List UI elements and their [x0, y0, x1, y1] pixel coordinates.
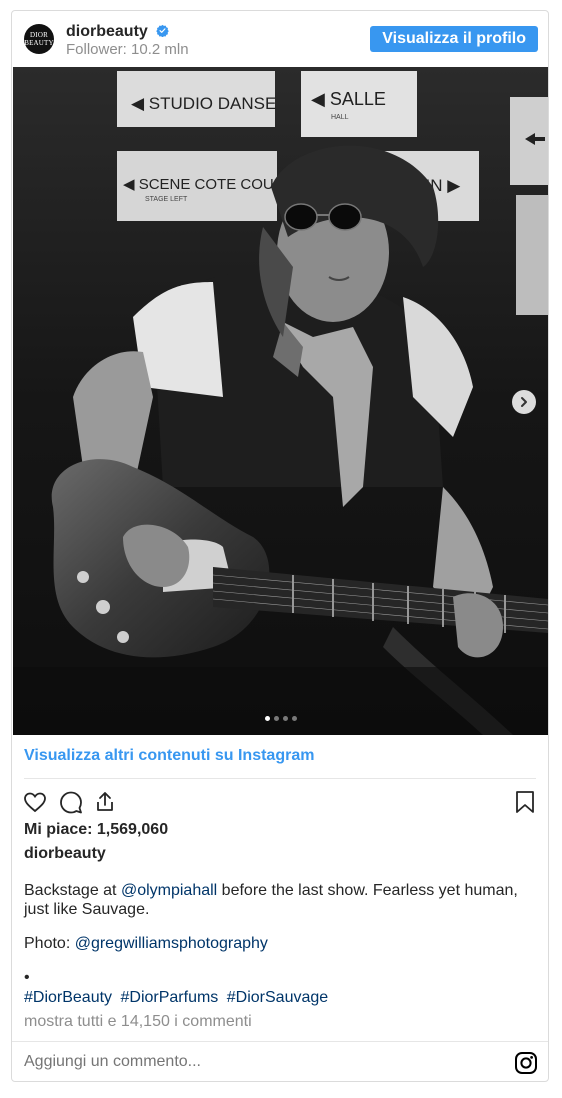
hashtag-list: #DiorBeauty #DiorParfums #DiorSauvage [24, 989, 332, 1007]
share-button[interactable] [92, 789, 118, 815]
sign-text-2: ◀ SALLE [311, 89, 386, 109]
divider [12, 1041, 548, 1042]
photo-credit-label: Photo: [24, 935, 75, 952]
save-button[interactable] [512, 789, 538, 815]
hashtag-diorparfums[interactable]: #DiorParfums [121, 989, 219, 1006]
carousel-dots [264, 716, 297, 721]
action-bar [22, 789, 538, 815]
view-all-comments-link[interactable]: mostra tutti e 14,150 i commenti [24, 1013, 252, 1031]
follower-count: Follower: 10.2 mln [66, 41, 189, 58]
view-more-on-instagram-link[interactable]: Visualizza altri contenuti su Instagram [24, 747, 314, 765]
carousel-dot [273, 716, 279, 721]
carousel-dot [282, 716, 288, 721]
bookmark-icon [516, 791, 534, 813]
divider [24, 778, 536, 779]
username[interactable]: diorbeauty [66, 23, 148, 40]
verified-icon [156, 24, 170, 37]
avatar[interactable]: DIOR BEAUTY [24, 24, 54, 54]
comment-button[interactable] [58, 789, 84, 815]
sign-text-3-sub: STAGE LEFT [145, 196, 188, 203]
carousel-dot [291, 716, 297, 721]
photo-credit: Photo: @gregwilliamsphotography [24, 935, 268, 953]
sign-text-1: ◀ STUDIO DANSE [131, 94, 276, 113]
avatar-text-line2: BEAUTY [24, 39, 54, 47]
photo-illustration: ◀ STUDIO DANSE ◀ SALLE HALL ◀ SCENE COTE… [13, 67, 548, 735]
sign-text-2-sub: HALL [331, 114, 349, 121]
mention-olympiahall[interactable]: @olympiahall [121, 882, 217, 899]
add-comment-input[interactable] [24, 1053, 484, 1071]
chevron-right-icon [521, 397, 527, 407]
sign-text-3: ◀ SCENE COTE COUR [123, 176, 285, 193]
post-header: DIOR BEAUTY diorbeauty Follower: 10.2 ml… [12, 11, 548, 67]
username-row[interactable]: diorbeauty [66, 23, 170, 41]
share-icon [97, 792, 113, 811]
carousel-dot [264, 716, 270, 721]
comment-icon [60, 791, 82, 814]
avatar-text-line1: DIOR [30, 31, 48, 39]
carousel-next-button[interactable] [512, 390, 536, 414]
caption-text: Backstage at @olympiahall before the las… [24, 881, 536, 919]
bullet-separator: • [24, 969, 30, 986]
view-profile-button[interactable]: Visualizza il profilo [370, 26, 538, 52]
caption-part1: Backstage at [24, 882, 121, 899]
heart-icon [24, 792, 46, 813]
hashtag-diorbeauty[interactable]: #DiorBeauty [24, 989, 112, 1006]
like-button[interactable] [22, 789, 48, 815]
like-count: Mi piace: 1,569,060 [24, 821, 169, 838]
caption-username[interactable]: diorbeauty [24, 845, 106, 863]
instagram-embed-card: DIOR BEAUTY diorbeauty Follower: 10.2 ml… [11, 10, 549, 1082]
mention-gregwilliamsphotography[interactable]: @gregwilliamsphotography [75, 935, 268, 952]
hashtag-diorsauvage[interactable]: #DiorSauvage [227, 989, 328, 1006]
instagram-icon[interactable] [514, 1051, 538, 1075]
post-photo[interactable]: ◀ STUDIO DANSE ◀ SALLE HALL ◀ SCENE COTE… [13, 67, 548, 735]
